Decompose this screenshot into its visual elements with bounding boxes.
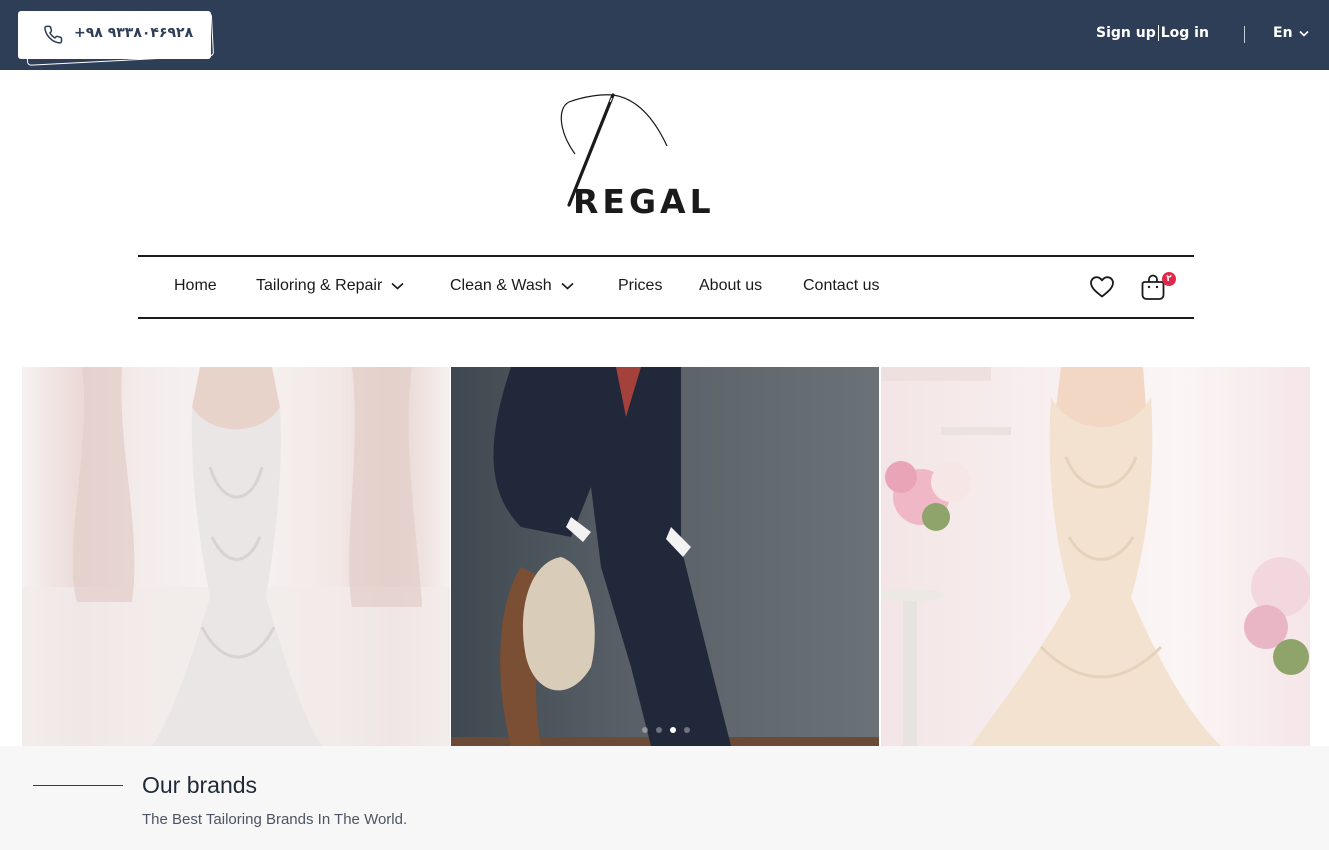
cart-button[interactable]: ۲ xyxy=(1141,272,1176,305)
brands-section: Our brands The Best Tailoring Brands In … xyxy=(0,746,1329,850)
topbar-divider xyxy=(1244,26,1245,43)
bridal-gown-illustration xyxy=(881,367,1310,746)
auth-links: Sign up Log in xyxy=(1096,25,1209,41)
nav-item-clean-wash[interactable]: Clean & Wash xyxy=(450,277,574,295)
logo-text: REGAL xyxy=(573,182,715,221)
site-logo[interactable]: REGAL xyxy=(555,92,765,224)
carousel-dot-active[interactable] xyxy=(670,727,676,733)
nav-item-label: Contact us xyxy=(803,277,880,294)
cart-count-badge: ۲ xyxy=(1162,272,1176,286)
chevron-down-icon xyxy=(391,282,404,290)
phone-button[interactable]: +۹۸ ۹۳۳۸۰۴۶۹۲۸ xyxy=(18,11,211,59)
phone-number[interactable]: +۹۸ ۹۳۳۸۰۴۶۹۲۸ xyxy=(74,25,193,41)
nav-item-tailoring[interactable]: Tailoring & Repair xyxy=(256,277,404,295)
hero-image-bridal-gown xyxy=(881,367,1310,746)
nav-item-label: Clean & Wash xyxy=(450,277,552,294)
section-accent-line xyxy=(33,785,123,786)
carousel-dot[interactable] xyxy=(684,727,690,733)
carousel-dot[interactable] xyxy=(656,727,662,733)
carousel-dot[interactable] xyxy=(642,727,648,733)
hero-image-wedding-dress xyxy=(22,367,450,746)
chevron-down-icon xyxy=(561,282,574,290)
signup-link[interactable]: Sign up xyxy=(1096,25,1156,41)
nav-item-label: About us xyxy=(699,277,763,294)
language-label: En xyxy=(1273,25,1293,41)
section-title: Our brands xyxy=(142,772,258,798)
nav-item-about[interactable]: About us xyxy=(699,277,762,295)
heart-icon xyxy=(1090,276,1114,298)
phone-icon xyxy=(44,25,63,44)
top-bar: +۹۸ ۹۳۳۸۰۴۶۹۲۸ Sign up Log in En xyxy=(0,0,1329,70)
main-nav: Home Tailoring & Repair Clean & Wash Pri… xyxy=(138,255,1194,319)
section-subtitle: The Best Tailoring Brands In The World. xyxy=(142,811,408,828)
carousel-dots xyxy=(642,727,690,733)
nav-item-contact[interactable]: Contact us xyxy=(803,277,879,295)
chevron-down-icon xyxy=(1298,30,1309,37)
nav-item-label: Prices xyxy=(618,277,663,294)
login-link[interactable]: Log in xyxy=(1161,25,1209,41)
language-selector[interactable]: En xyxy=(1273,25,1309,41)
auth-divider xyxy=(1157,25,1159,41)
wedding-dress-illustration xyxy=(22,367,450,746)
nav-item-label: Home xyxy=(174,277,217,294)
nav-item-home[interactable]: Home xyxy=(174,277,217,295)
phone-contact[interactable]: +۹۸ ۹۳۳۸۰۴۶۹۲۸ xyxy=(18,11,215,66)
nav-item-prices[interactable]: Prices xyxy=(618,277,662,295)
wishlist-button[interactable] xyxy=(1089,275,1115,303)
nav-item-label: Tailoring & Repair xyxy=(256,277,383,294)
suit-illustration xyxy=(451,367,879,746)
hero-image-suit xyxy=(451,367,879,746)
